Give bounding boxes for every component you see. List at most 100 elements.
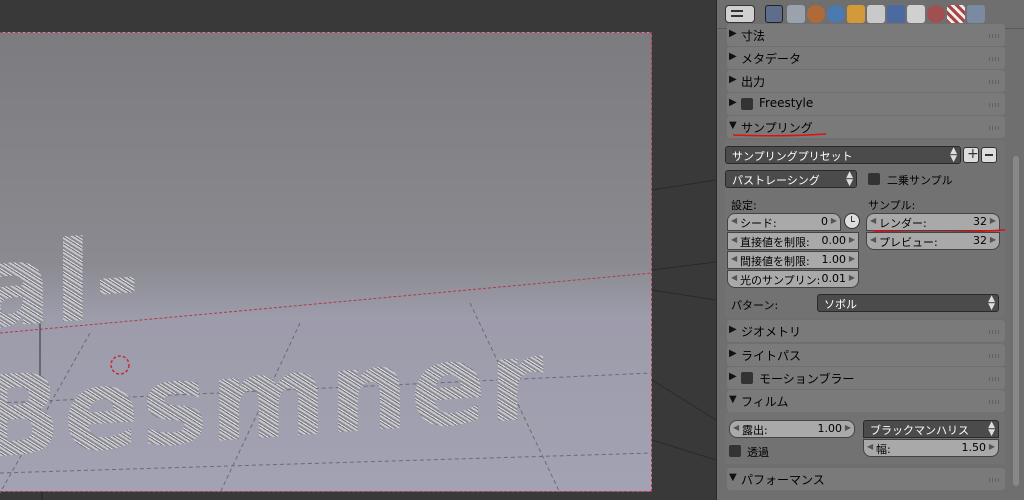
integrator-label: パストレーシング <box>732 174 820 187</box>
decrement-arrow-icon[interactable]: ◀ <box>870 216 876 225</box>
filter-width-field[interactable]: ◀ 幅: 1.50 ▶ <box>863 439 999 457</box>
clock-animated-seed-icon[interactable] <box>844 213 860 229</box>
collapse-arrow-icon: ▼ <box>729 472 737 483</box>
texture-tab-icon[interactable] <box>947 5 965 23</box>
light-sampling-value: 0.01 <box>821 272 847 285</box>
grip-icon[interactable] <box>989 57 1001 61</box>
world-tab-icon[interactable] <box>827 5 845 23</box>
section-label: Freestyle <box>759 96 814 110</box>
exposure-field[interactable]: ◀ 露出: 1.00 ▶ <box>729 420 855 438</box>
panel-scrollbar[interactable] <box>1013 156 1019 486</box>
transparent-checkbox[interactable] <box>729 445 741 457</box>
decrement-arrow-icon[interactable]: ◀ <box>870 235 876 244</box>
sampling-panel-body: サンプリングプリセット ▲ ▼ + パストレーシング ▲ ▼ 二乗サンプル 設定: … <box>725 140 1006 318</box>
freestyle-checkbox[interactable] <box>741 98 753 110</box>
pattern-value: ソボル <box>824 298 857 311</box>
integrator-menu[interactable]: パストレーシング ▲ ▼ <box>725 170 857 188</box>
decrement-arrow-icon[interactable]: ◀ <box>731 273 737 282</box>
updown-arrows-icon: ▲ ▼ <box>988 294 995 312</box>
clamp-indirect-field[interactable]: ◀ 間接値を制限: 1.00 ▶ <box>727 251 859 269</box>
section-geometry[interactable]: ▶ ジオメトリ <box>727 320 1005 342</box>
physics-tab-icon[interactable] <box>967 5 985 23</box>
decrement-arrow-icon[interactable]: ◀ <box>731 254 737 263</box>
samples-label: サンプル: <box>868 199 916 212</box>
increment-arrow-icon[interactable]: ▶ <box>831 216 837 225</box>
light-sampling-label: 光のサンプリン: <box>740 274 821 287</box>
red-underline-annotation <box>732 133 827 137</box>
sampling-preset-menu[interactable]: サンプリングプリセット ▲ ▼ <box>725 146 961 164</box>
expand-arrow-icon: ▶ <box>729 51 737 62</box>
section-performance[interactable]: ▼ パフォーマンス <box>727 468 1005 490</box>
section-metadata[interactable]: ▶ メタデータ <box>727 47 1005 69</box>
modifiers-tab-icon[interactable] <box>887 5 905 23</box>
increment-arrow-icon[interactable]: ▶ <box>849 235 855 244</box>
grip-icon[interactable] <box>989 103 1001 107</box>
render-tab-icon[interactable] <box>765 5 783 23</box>
grip-icon[interactable] <box>989 377 1001 381</box>
clamp-direct-field[interactable]: ◀ 直接値を制限: 0.00 ▶ <box>727 232 859 250</box>
section-label: モーションブラー <box>759 372 855 386</box>
filter-type-menu[interactable]: ブラックマンハリス ▲ ▼ <box>863 420 999 438</box>
increment-arrow-icon[interactable]: ▶ <box>989 442 995 451</box>
section-film[interactable]: ▼ フィルム <box>727 390 1005 412</box>
exposure-value: 1.00 <box>817 422 843 435</box>
grip-icon[interactable] <box>989 126 1001 130</box>
clamp-indirect-label: 間接値を制限: <box>740 255 810 268</box>
sampling-preset-label: サンプリングプリセット <box>732 150 853 163</box>
increment-arrow-icon[interactable]: ▶ <box>990 216 996 225</box>
section-light-paths[interactable]: ▶ ライトパス <box>727 344 1005 366</box>
filter-type-value: ブラックマンハリス <box>870 424 969 437</box>
render-layers-tab-icon[interactable] <box>787 5 805 23</box>
filter-width-value: 1.50 <box>961 441 987 454</box>
decrement-arrow-icon[interactable]: ◀ <box>867 442 873 451</box>
section-dimensions[interactable]: ▶ 寸法 <box>727 24 1005 46</box>
properties-panel: ▶ 寸法 ▶ メタデータ ▶ 出力 ▶ Freestyle ▼ サンプリング サ… <box>716 0 1024 500</box>
increment-arrow-icon[interactable]: ▶ <box>990 235 996 244</box>
decrement-arrow-icon[interactable]: ◀ <box>731 235 737 244</box>
clamp-direct-value: 0.00 <box>821 234 847 247</box>
preview-samples-field[interactable]: ◀ プレビュー: 32 ▶ <box>866 232 1000 250</box>
squared-samples-checkbox[interactable] <box>868 173 880 185</box>
light-sampling-field[interactable]: ◀ 光のサンプリン: 0.01 ▶ <box>727 270 859 288</box>
preview-samples-label: プレビュー: <box>879 236 938 249</box>
editor-type-icon[interactable] <box>725 5 755 23</box>
section-freestyle[interactable]: ▶ Freestyle <box>727 93 1005 115</box>
transparent-label: 透過 <box>747 446 769 459</box>
decrement-arrow-icon[interactable]: ◀ <box>733 423 739 432</box>
section-output[interactable]: ▶ 出力 <box>727 70 1005 92</box>
expand-arrow-icon: ▶ <box>729 324 737 335</box>
increment-arrow-icon[interactable]: ▶ <box>845 423 851 432</box>
updown-arrows-icon: ▲ ▼ <box>950 146 957 164</box>
add-preset-icon[interactable]: + <box>963 146 979 163</box>
grip-icon[interactable] <box>989 34 1001 38</box>
3d-viewport[interactable]: al-Besmner <box>0 0 716 500</box>
pattern-menu[interactable]: ソボル ▲ ▼ <box>817 294 999 312</box>
material-tab-icon[interactable] <box>927 5 945 23</box>
remove-preset-icon[interactable] <box>981 147 997 163</box>
updown-arrows-icon: ▲ ▼ <box>988 420 995 438</box>
seed-field[interactable]: ◀ シード: 0 ▶ <box>727 213 841 231</box>
section-label: メタデータ <box>741 52 802 66</box>
grip-icon[interactable] <box>989 478 1001 482</box>
section-label: 出力 <box>741 75 766 89</box>
scene-tab-icon[interactable] <box>807 5 825 23</box>
section-motion-blur[interactable]: ▶ モーションブラー <box>727 367 1005 389</box>
section-label: ジオメトリ <box>741 325 802 339</box>
data-tab-icon[interactable] <box>907 5 925 23</box>
exposure-label: 露出: <box>742 424 768 437</box>
increment-arrow-icon[interactable]: ▶ <box>849 254 855 263</box>
grip-icon[interactable] <box>989 330 1001 334</box>
increment-arrow-icon[interactable]: ▶ <box>849 273 855 282</box>
grip-icon[interactable] <box>989 400 1001 404</box>
motion-blur-checkbox[interactable] <box>741 372 753 384</box>
grip-icon[interactable] <box>989 80 1001 84</box>
object-tab-icon[interactable] <box>847 5 865 23</box>
constraints-tab-icon[interactable] <box>867 5 885 23</box>
section-label: 寸法 <box>741 29 766 43</box>
decrement-arrow-icon[interactable]: ◀ <box>731 216 737 225</box>
clamp-indirect-value: 1.00 <box>821 253 847 266</box>
filter-width-label: 幅: <box>876 443 891 456</box>
section-label: ライトパス <box>741 349 802 363</box>
text-object: al-Besmner <box>0 177 651 485</box>
grip-icon[interactable] <box>989 354 1001 358</box>
